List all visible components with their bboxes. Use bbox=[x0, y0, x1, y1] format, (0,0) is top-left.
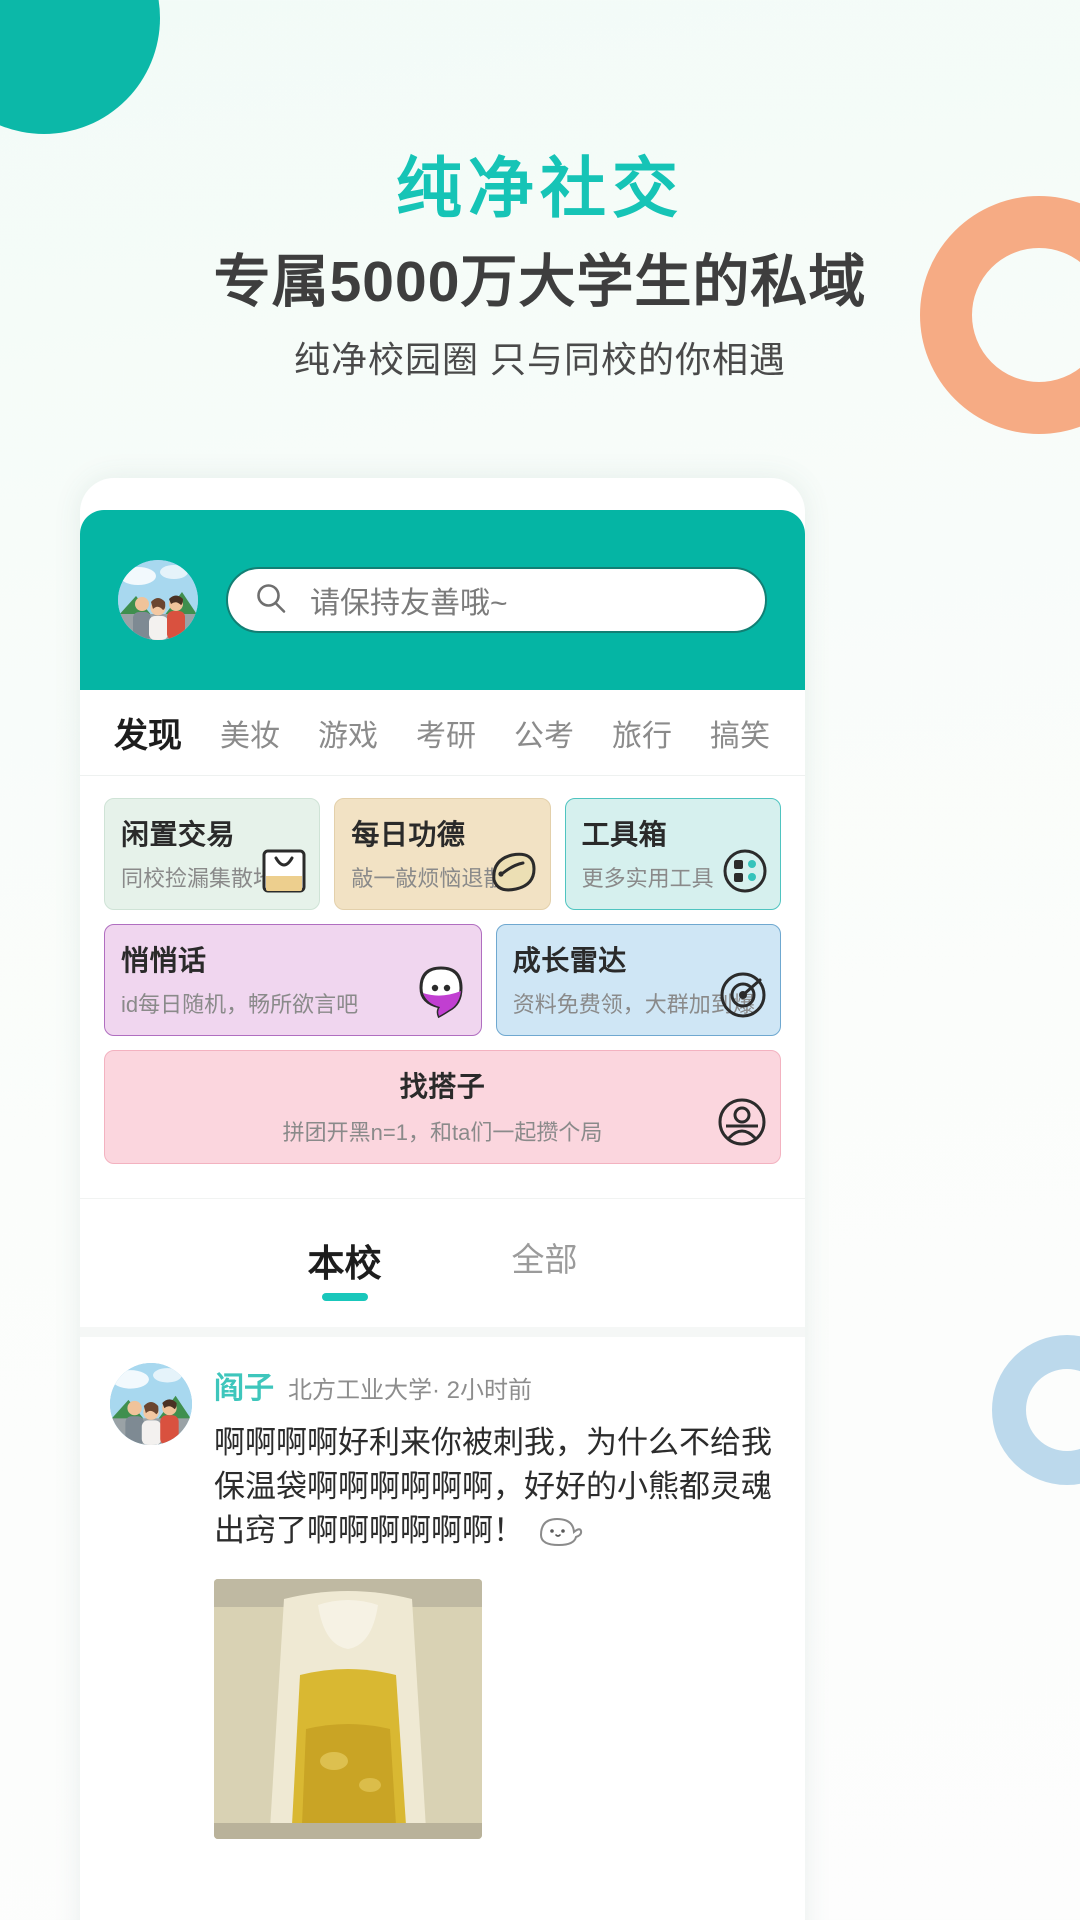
ghost-mask-icon bbox=[413, 964, 469, 1025]
scope-tab-bar: 本校 全部 bbox=[80, 1198, 805, 1337]
toolbox-grid-icon bbox=[722, 848, 768, 899]
feature-card-xianzhi-jiaoyi[interactable]: 闲置交易 同校捡漏集散地 bbox=[104, 798, 321, 910]
post-text-content: 啊啊啊啊好利来你被刺我，为什么不给我保温袋啊啊啊啊啊啊，好好的小熊都灵魂出窍了啊… bbox=[214, 1425, 772, 1549]
search-placeholder-text: 请保持友善哦~ bbox=[310, 587, 508, 620]
photo-art bbox=[214, 1579, 482, 1840]
category-tab-bar: 发现 美妆 游戏 考研 公考 旅行 搞笑 bbox=[80, 690, 805, 776]
hero-headline: 纯净社交 专属5000万大学生的私域 纯净校园圈 只与同校的你相遇 bbox=[0, 150, 1080, 383]
nav-tab-youxi[interactable]: 游戏 bbox=[318, 711, 378, 755]
people-circle-icon bbox=[716, 1096, 768, 1153]
search-icon bbox=[254, 581, 288, 620]
post-body: 阎子 北方工业大学· 2小时前 啊啊啊啊好利来你被刺我，为什么不给我保温袋啊啊啊… bbox=[214, 1363, 775, 1840]
nav-tab-gaoxiao[interactable]: 搞笑 bbox=[710, 711, 770, 755]
decor-circle-teal bbox=[0, 0, 160, 134]
post-meta: 阎子 北方工业大学· 2小时前 bbox=[214, 1363, 775, 1407]
nav-tab-faxian[interactable]: 发现 bbox=[114, 708, 182, 757]
card-desc: 拼团开黑n=1，和ta们一起攒个局 bbox=[282, 1120, 603, 1145]
post-author-avatar[interactable] bbox=[110, 1363, 192, 1445]
nav-tab-lvxing[interactable]: 旅行 bbox=[612, 711, 672, 755]
search-input[interactable]: 请保持友善哦~ bbox=[226, 567, 767, 633]
feature-card-row-1: 闲置交易 同校捡漏集散地 每日功德 敲一敲烦恼退散 工具箱 更多实用工具 bbox=[104, 798, 781, 910]
scope-tab-quanbu[interactable]: 全部 bbox=[512, 1233, 578, 1301]
drink-bag-photo[interactable] bbox=[214, 1579, 482, 1840]
radar-target-icon bbox=[718, 970, 768, 1025]
card-title: 每日功德 bbox=[351, 819, 466, 850]
feed-post[interactable]: 阎子 北方工业大学· 2小时前 啊啊啊啊好利来你被刺我，为什么不给我保温袋啊啊啊… bbox=[80, 1337, 805, 1840]
avatar-illustration bbox=[118, 560, 198, 640]
hero-tagline: 纯净校园圈 只与同校的你相遇 bbox=[293, 339, 786, 381]
nav-tab-gongkao[interactable]: 公考 bbox=[514, 711, 574, 755]
post-author-name[interactable]: 阎子 bbox=[214, 1363, 274, 1407]
feature-card-row-2: 悄悄话 id每日随机，畅所欲言吧 成长雷达 资料免费领，大群加到爆 bbox=[104, 924, 781, 1036]
decor-ring-blue bbox=[992, 1335, 1080, 1485]
hero-title: 纯净社交 bbox=[396, 151, 684, 225]
card-title: 找搭子 bbox=[399, 1071, 486, 1102]
feature-card-gongjuxiang[interactable]: 工具箱 更多实用工具 bbox=[564, 798, 781, 910]
feature-card-row-3: 找搭子 拼团开黑n=1，和ta们一起攒个局 bbox=[104, 1050, 781, 1164]
nav-tab-meizhuang[interactable]: 美妆 bbox=[220, 711, 280, 755]
hero-subtitle: 专属5000万大学生的私域 bbox=[213, 249, 867, 314]
app-header: 请保持友善哦~ bbox=[80, 510, 805, 690]
scope-tab-benxiao[interactable]: 本校 bbox=[308, 1233, 382, 1301]
post-origin-time: 北方工业大学· 2小时前 bbox=[288, 1377, 533, 1404]
feature-card-chengzhang-leida[interactable]: 成长雷达 资料免费领，大群加到爆 bbox=[495, 924, 781, 1036]
feature-card-qiaoqiaohua[interactable]: 悄悄话 id每日随机，畅所欲言吧 bbox=[104, 924, 482, 1036]
feature-card-meiri-gongde[interactable]: 每日功德 敲一敲烦恼退散 bbox=[334, 798, 551, 910]
phone-mockup: 请保持友善哦~ 发现 美妆 游戏 考研 公考 旅行 搞笑 闲置交易 同校捡漏集散… bbox=[80, 478, 805, 1920]
nav-tab-kaoyan[interactable]: 考研 bbox=[416, 711, 476, 755]
feature-card-grid: 闲置交易 同校捡漏集散地 每日功德 敲一敲烦恼退散 工具箱 更多实用工具 悄悄话… bbox=[80, 776, 805, 1198]
user-avatar[interactable] bbox=[118, 560, 198, 640]
card-title: 工具箱 bbox=[581, 819, 668, 850]
post-text: 啊啊啊啊好利来你被刺我，为什么不给我保温袋啊啊啊啊啊啊，好好的小熊都灵魂出窍了啊… bbox=[214, 1421, 775, 1559]
feature-card-zhaodazi[interactable]: 找搭子 拼团开黑n=1，和ta们一起攒个局 bbox=[104, 1050, 781, 1164]
wooden-fish-icon bbox=[488, 848, 538, 899]
shopping-bag-icon bbox=[261, 846, 307, 899]
white-seal-sticker-icon bbox=[537, 1515, 583, 1559]
avatar-illustration bbox=[110, 1363, 192, 1445]
